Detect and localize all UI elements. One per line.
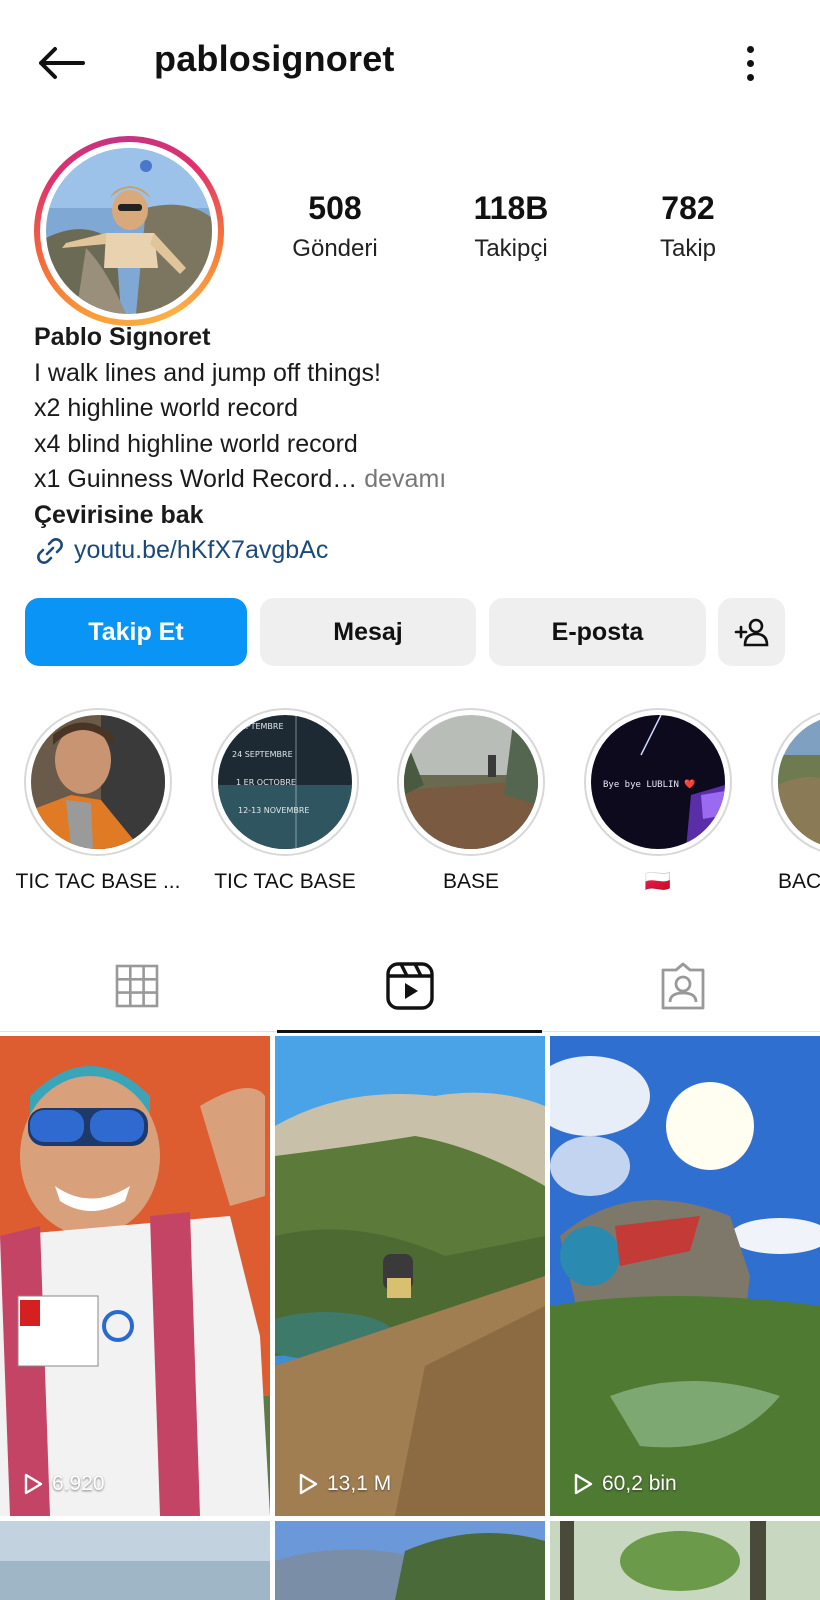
reel-view-count: 6.920 — [22, 1472, 105, 1496]
reel-view-count-text: 60,2 bin — [602, 1472, 677, 1495]
bio-line: x1 Guinness World Record… — [34, 465, 358, 493]
highlight-cover-image: 5 SEPTEMBRE 24 SEPTEMBRE 1 ER OCTOBRE 12… — [218, 715, 352, 849]
back-button[interactable] — [30, 38, 90, 88]
reel-thumbnail-image — [0, 1036, 270, 1516]
highlight-ring: 5 SEPTEMBRE 24 SEPTEMBRE 1 ER OCTOBRE 12… — [211, 708, 359, 856]
bio-external-link[interactable]: youtu.be/hKfX7avgbAc — [34, 533, 794, 569]
profile-tabs — [0, 940, 820, 1033]
highlight-cover-image — [31, 715, 165, 849]
posts-count: 508 — [308, 190, 362, 226]
reel-view-count-text: 6.920 — [52, 1472, 105, 1495]
story-ring[interactable] — [34, 136, 224, 326]
highlight-item[interactable]: BASE — [386, 708, 556, 894]
highlight-cover — [404, 715, 538, 849]
display-name: Pablo Signoret — [34, 323, 211, 351]
reel-thumbnail-image — [275, 1036, 545, 1516]
bio-line: I walk lines and jump off things! — [34, 358, 381, 387]
highlight-ring — [397, 708, 545, 856]
suggest-people-button[interactable] — [718, 598, 785, 666]
highlight-item[interactable]: BAC — [760, 708, 820, 894]
reel-thumbnail-image — [550, 1521, 820, 1600]
profile-actions: Takip Et Mesaj E-posta — [25, 598, 815, 666]
highlight-label: TIC TAC BASE — [214, 870, 356, 893]
tab-reels[interactable] — [273, 940, 546, 1033]
followers-stat[interactable]: 118B Takipçi — [431, 190, 591, 263]
following-stat[interactable]: 782 Takip — [608, 190, 768, 263]
highlight-ring: Bye bye LUBLIN ❤️ — [584, 708, 732, 856]
email-button[interactable]: E-posta — [489, 598, 706, 666]
grid-icon — [115, 964, 158, 1008]
profile-username: pablosignoret — [154, 38, 395, 79]
highlight-item[interactable]: TIC TAC BASE ... — [13, 708, 183, 894]
more-dot — [746, 45, 754, 53]
bio-more-link[interactable]: devamı — [357, 465, 446, 493]
bio-line: x4 blind highline world record — [34, 429, 358, 458]
following-label: Takip — [659, 235, 717, 262]
link-icon — [37, 537, 63, 564]
story-highlights: TIC TAC BASE ... 5 SEPTEMBRE 24 SEPTEMBR… — [0, 708, 820, 898]
reel-view-count: 60,2 bin — [572, 1472, 677, 1496]
highlight-cover: Bye bye LUBLIN ❤️ — [591, 715, 725, 849]
add-person-icon — [734, 618, 768, 647]
highlight-label: 🇵🇱 — [644, 870, 672, 893]
tab-tagged[interactable] — [546, 940, 819, 1032]
play-icon — [24, 1473, 43, 1495]
reel-thumbnail-image — [0, 1521, 270, 1600]
highlight-ring — [771, 708, 820, 856]
follow-button[interactable]: Takip Et — [25, 598, 247, 666]
tagged-person-icon — [661, 962, 704, 1010]
reels-icon — [385, 962, 434, 1010]
message-button[interactable]: Mesaj — [260, 598, 476, 666]
reel-thumbnail[interactable]: 60,2 bin — [550, 1036, 820, 1516]
highlight-item[interactable]: Bye bye LUBLIN ❤️ 🇵🇱 — [573, 708, 743, 894]
highlight-label: TIC TAC BASE ... — [15, 870, 181, 893]
more-dot — [746, 59, 754, 67]
posts-stat[interactable]: 508 Gönderi — [255, 190, 415, 263]
highlight-cover: 5 SEPTEMBRE 24 SEPTEMBRE 1 ER OCTOBRE 12… — [218, 715, 352, 849]
reel-thumbnail[interactable]: 13,1 M — [275, 1036, 545, 1516]
reel-view-count-text: 13,1 M — [327, 1472, 392, 1495]
top-bar: pablosignoret — [0, 0, 820, 120]
bio-link-text: youtu.be/hKfX7avgbAc — [74, 536, 329, 564]
highlight-cover-image: Bye bye LUBLIN ❤️ — [591, 715, 725, 849]
reel-view-count: 13,1 M — [297, 1472, 391, 1496]
reel-thumbnail-image — [275, 1521, 545, 1600]
highlight-image-text: 24 SEPTEMBRE — [232, 750, 293, 759]
highlight-cover — [31, 715, 165, 849]
highlight-image-text: Bye bye LUBLIN ❤️ — [603, 779, 696, 790]
avatar-photo-image — [46, 148, 212, 314]
avatar — [46, 148, 212, 314]
followers-count: 118B — [473, 190, 549, 226]
highlight-image-text: 5 SEPTEMBRE — [228, 722, 284, 731]
highlight-label: BASE — [442, 870, 500, 893]
highlight-cover-image — [778, 715, 820, 849]
highlight-label: BAC — [778, 870, 820, 893]
play-icon — [299, 1473, 318, 1495]
following-count: 782 — [661, 190, 715, 226]
bio-line-with-more: x1 Guinness World Record… devamı — [34, 462, 794, 498]
highlight-image-text: 1 ER OCTOBRE — [236, 778, 296, 787]
posts-label: Gönderi — [292, 235, 378, 262]
avatar-frame — [40, 142, 218, 320]
play-icon — [574, 1473, 593, 1495]
more-options-button[interactable] — [730, 38, 770, 88]
bio-line: x2 highline world record — [34, 394, 299, 422]
reel-thumbnail[interactable] — [0, 1521, 270, 1600]
highlight-cover-image — [404, 715, 538, 849]
see-translation-link[interactable]: Çevirisine bak — [34, 498, 794, 534]
more-dot — [746, 73, 754, 81]
highlight-item[interactable]: 5 SEPTEMBRE 24 SEPTEMBRE 1 ER OCTOBRE 12… — [200, 708, 370, 894]
highlight-image-text: 12-13 NOVEMBRE — [238, 806, 309, 815]
highlight-ring — [24, 708, 172, 856]
reel-thumbnail[interactable] — [550, 1521, 820, 1600]
followers-label: Takipçi — [474, 235, 548, 262]
reel-thumbnail[interactable]: 6.920 — [0, 1036, 270, 1516]
highlight-cover — [778, 715, 820, 849]
profile-bio: Pablo Signoret I walk lines and jump off… — [34, 320, 794, 569]
reel-thumbnail[interactable] — [275, 1521, 545, 1600]
tab-grid[interactable] — [0, 940, 273, 1032]
reel-thumbnail-image — [550, 1036, 820, 1516]
arrow-left-icon — [39, 47, 85, 79]
